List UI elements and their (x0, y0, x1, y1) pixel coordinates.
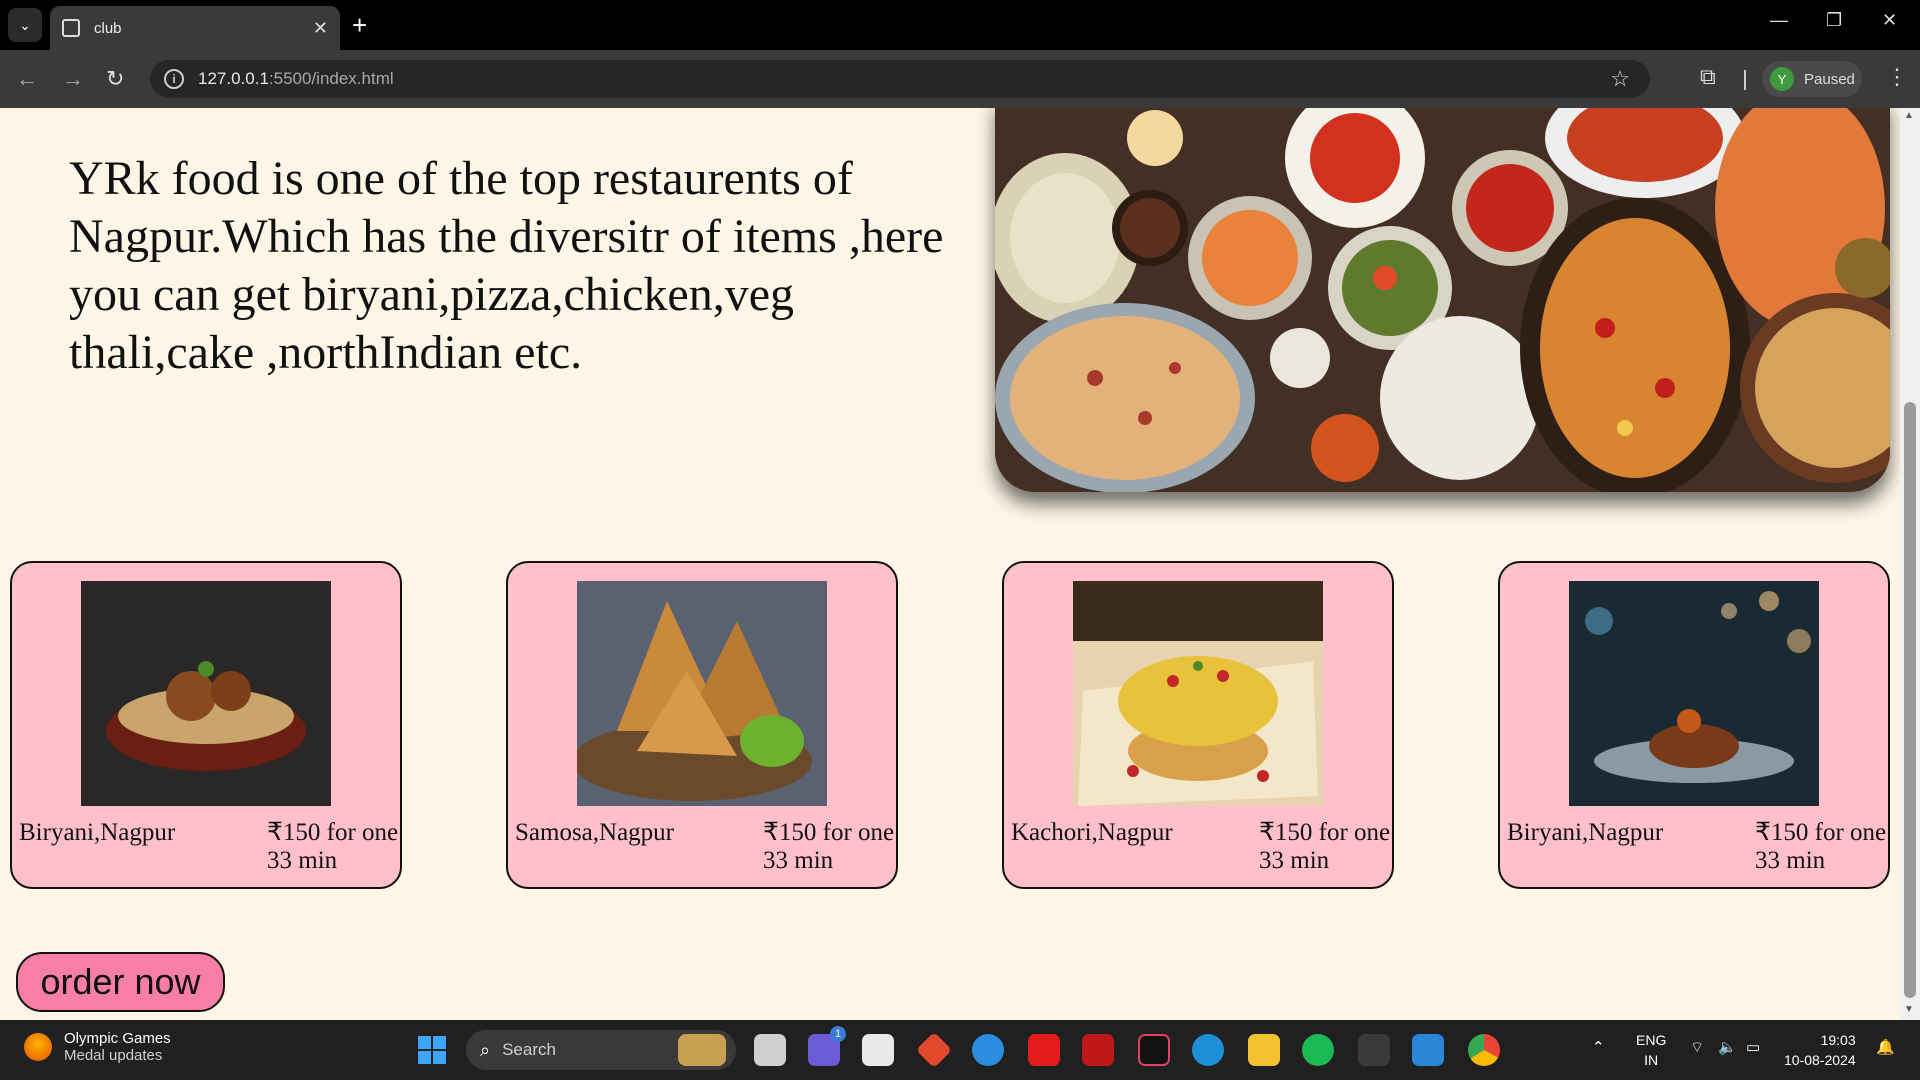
tab-search-button[interactable]: ⌄ (8, 8, 42, 42)
intro-paragraph: YRk food is one of the top restaurents o… (69, 152, 944, 379)
hero-food-image (995, 108, 1890, 492)
forward-icon[interactable]: → (62, 64, 84, 94)
food-card-info: ₹150 for one 33 min (1259, 819, 1390, 875)
search-highlight-icon (678, 1034, 726, 1066)
food-card-info: ₹150 for one 33 min (763, 819, 894, 875)
widget-title: Olympic Games (64, 1030, 171, 1047)
page-scrollbar[interactable]: ▲ ▼ (1900, 108, 1920, 1020)
url-text: 127.0.0.1:5500/index.html (198, 69, 394, 88)
food-card-time: 33 min (267, 847, 338, 874)
food-card[interactable]: Biryani,Nagpur ₹150 for one 33 min (10, 561, 402, 889)
food-card-name: Kachori,Nagpur (1011, 819, 1173, 846)
order-now-button[interactable]: order now (16, 952, 225, 1012)
profile-button[interactable]: Y Paused (1762, 61, 1862, 97)
food-card-name: Samosa,Nagpur (515, 819, 674, 846)
food-card-name: Biryani,Nagpur (1507, 819, 1664, 846)
food-card-info: ₹150 for one 33 min (267, 819, 398, 875)
scroll-down-icon[interactable]: ▼ (1904, 1004, 1914, 1015)
hero-food-illustration (995, 108, 1890, 492)
mcafee-icon[interactable] (1082, 1034, 1114, 1066)
taskbar-search[interactable]: ⌕ Search (466, 1030, 736, 1070)
page-favicon-icon (62, 19, 80, 37)
youtube-icon[interactable] (1028, 1034, 1060, 1066)
food-card-name: Biryani,Nagpur (19, 819, 176, 846)
food-card[interactable]: Kachori,Nagpur ₹150 for one 33 min (1002, 561, 1394, 889)
scroll-up-icon[interactable]: ▲ (1904, 110, 1914, 121)
file-explorer-icon[interactable] (1248, 1034, 1280, 1066)
food-card-price: ₹150 for one (1755, 819, 1887, 846)
widgets-button[interactable]: Olympic Games Medal updates (24, 1030, 171, 1064)
battery-icon[interactable]: ▭ (1746, 1038, 1760, 1056)
search-icon: ⌕ (480, 1039, 491, 1060)
avatar: Y (1770, 67, 1794, 91)
food-card-time: 33 min (1259, 847, 1330, 874)
notification-badge: 1 (830, 1026, 846, 1042)
tray-overflow-icon[interactable]: ⌃ (1592, 1038, 1605, 1056)
scrollbar-thumb[interactable] (1904, 402, 1916, 998)
windows-taskbar: Olympic Games Medal updates ⌕ Search 1 ⌃… (0, 1020, 1920, 1080)
tab-title: club (94, 19, 122, 37)
extensions-icon[interactable]: ⧉ (1700, 64, 1716, 90)
wifi-icon[interactable]: ⌔ (1690, 1038, 1704, 1057)
food-card[interactable]: Samosa,Nagpur ₹150 for one 33 min (506, 561, 898, 889)
reload-icon[interactable]: ↻ (106, 64, 124, 94)
food-card-info: ₹150 for one 33 min (1755, 819, 1886, 875)
torch-icon (24, 1033, 52, 1061)
food-card-image (1569, 581, 1819, 806)
affinity-icon[interactable] (1138, 1034, 1170, 1066)
taskbar-search-placeholder: Search (502, 1040, 556, 1059)
bookmark-star-icon[interactable]: ☆ (1610, 66, 1630, 92)
site-info-icon[interactable]: i (164, 69, 184, 89)
page-viewport: YRk food is one of the top restaurents o… (0, 108, 1900, 1020)
address-bar[interactable]: i 127.0.0.1:5500/index.html ☆ (150, 60, 1650, 98)
food-card-time: 33 min (763, 847, 834, 874)
notification-bell-icon[interactable]: 🔔 (1876, 1038, 1895, 1056)
vscode-icon[interactable] (1412, 1034, 1444, 1066)
food-card-price: ₹150 for one (763, 819, 895, 846)
chevron-down-icon: ⌄ (19, 16, 31, 33)
widget-subtitle: Medal updates (64, 1047, 163, 1064)
teams-icon[interactable]: 1 (808, 1026, 846, 1066)
start-button[interactable] (418, 1036, 446, 1064)
task-view-icon[interactable] (754, 1034, 786, 1066)
terminal-icon[interactable] (1358, 1034, 1390, 1066)
store-icon[interactable] (862, 1034, 894, 1066)
food-card-image (81, 581, 331, 806)
edge-icon[interactable] (1192, 1034, 1224, 1066)
food-card-price: ₹150 for one (1259, 819, 1391, 846)
food-card[interactable]: Biryani,Nagpur ₹150 for one 33 min (1498, 561, 1890, 889)
food-card-time: 33 min (1755, 847, 1826, 874)
language-indicator[interactable]: ENG IN (1636, 1030, 1666, 1070)
back-icon[interactable]: ← (16, 64, 38, 94)
food-card-price: ₹150 for one (267, 819, 399, 846)
help-icon[interactable] (972, 1034, 1004, 1066)
close-window-icon[interactable]: ✕ (1882, 10, 1897, 31)
restore-icon[interactable]: ❐ (1826, 10, 1842, 31)
browser-tabbar: ⌄ club ✕ + — ❐ ✕ (0, 0, 1920, 50)
volume-icon[interactable]: 🔈 (1718, 1038, 1737, 1056)
clock[interactable]: 19:03 10-08-2024 (1784, 1030, 1856, 1070)
food-card-image (577, 581, 827, 806)
tab-close-icon[interactable]: ✕ (313, 18, 328, 39)
profile-status: Paused (1804, 70, 1855, 88)
browser-tab[interactable]: club ✕ (50, 6, 340, 50)
browser-toolbar: ← → ↻ i 127.0.0.1:5500/index.html ☆ ⧉ Y … (0, 50, 1920, 108)
minimize-icon[interactable]: — (1770, 10, 1788, 31)
food-card-image (1073, 581, 1323, 806)
chrome-icon[interactable] (1468, 1034, 1500, 1066)
browser-menu-icon[interactable]: ⋮ (1886, 64, 1908, 90)
new-tab-button[interactable]: + (352, 10, 367, 40)
toolbar-divider (1744, 70, 1746, 90)
spotify-icon[interactable] (1302, 1034, 1334, 1066)
anydesk-icon[interactable] (915, 1031, 953, 1069)
